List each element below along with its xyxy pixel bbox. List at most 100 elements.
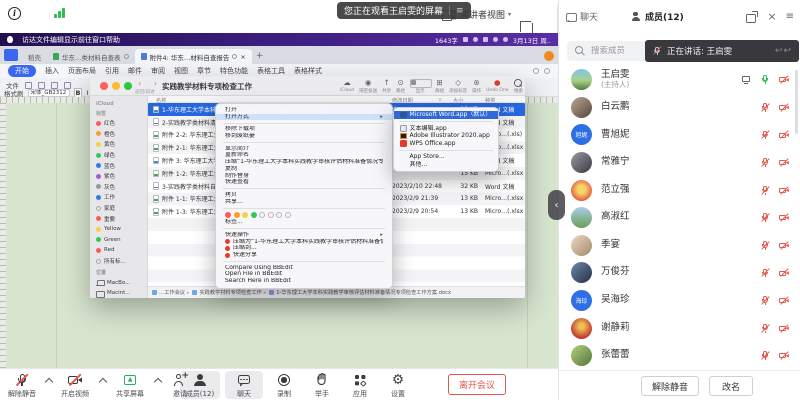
ribbon-tab[interactable]: 插入 [45,66,59,76]
record-button[interactable]: 录制 [266,372,302,399]
ribbon-tab[interactable]: 页面布局 [68,66,96,76]
share-options-chevron[interactable] [154,378,162,386]
context-menu-item[interactable]: Open File in BBEdit▸ [216,271,392,278]
open-with-item[interactable]: Adobe Illustrator 2020.app [394,132,498,140]
wps-account-avatar[interactable] [544,51,554,61]
sidebar-tag-item[interactable]: 蓝色 [96,160,147,171]
finder-toolbar-item[interactable]: ◉隔空投送 [359,78,377,94]
path-crumb[interactable]: 实践教学材料专项检查工作▸ [192,289,266,296]
ribbon-tab[interactable]: 章节 [197,66,211,76]
finder-titlebar[interactable]: ‹ › 返回/前进 实践教学材料专项检查工作 ☁iCloud◉隔空投送↑共享⊙路… [90,76,525,96]
settings-button[interactable]: ⚙ 设置 [380,372,416,399]
reply-arrows-icon[interactable]: ↩↩ [775,46,792,56]
ribbon-tab[interactable]: 开始 [8,65,36,77]
context-menu-item[interactable]: ▸ [223,188,385,189]
panel-collapse-handle[interactable]: ‹ [548,190,565,220]
tag-color-dot[interactable] [268,212,274,218]
context-menu-item[interactable]: 重新命名▸ [216,152,392,159]
sidebar-tag-item[interactable]: 灰色 [96,182,147,193]
status-icon[interactable] [473,37,478,42]
ribbon-tab[interactable]: 特色功能 [220,66,248,76]
member-row[interactable]: 白云鹏 [559,94,800,122]
italic-button[interactable]: I [86,89,88,97]
status-icon[interactable] [503,37,508,42]
sidebar-tag-item[interactable]: 紫色 [96,171,147,182]
ribbon-tab[interactable]: 表格样式 [294,66,322,76]
close-traffic-light[interactable] [100,82,108,90]
sidebar-tag-item[interactable]: Red [96,245,147,256]
context-menu-item[interactable]: 打开▸ [216,107,392,114]
context-menu-item[interactable]: ▸ [223,228,385,229]
tab-members[interactable]: 成员(12) [630,10,684,23]
open-with-item[interactable]: 其他... [394,161,498,169]
tab-document-1[interactable]: 华东…类材料自查表 [47,49,135,64]
open-with-item[interactable]: 文本编辑.app [394,125,498,133]
context-menu-item[interactable]: 打开方式▸ [216,114,392,121]
context-menu-item[interactable]: 标签...▸ [216,219,392,226]
finder-toolbar-item[interactable]: ⊛操作 [472,78,481,94]
tag-color-dot[interactable] [251,212,257,218]
tag-color-dot[interactable] [285,212,291,218]
tag-color-dot[interactable] [259,212,265,218]
apple-menu-icon[interactable] [7,36,13,43]
member-row[interactable]: 谢静莉 [559,314,800,342]
context-menu-item[interactable]: 拷贝▸ [216,192,392,199]
member-camera-icon[interactable] [779,102,789,112]
ribbon-tab[interactable]: 引用 [105,66,119,76]
sidebar-tag-item[interactable]: 工作 [96,192,147,203]
member-mic-icon[interactable] [760,185,770,195]
macos-menu-item[interactable]: 前往 [78,36,92,44]
zoom-traffic-light[interactable] [124,82,132,90]
sidebar-tag-item[interactable]: 重要 [96,213,147,224]
share-icon[interactable] [544,68,550,74]
sidebar-tag-item[interactable]: 所有标... [96,256,147,267]
member-row[interactable]: 季宴 [559,232,800,260]
member-mic-icon[interactable] [760,158,770,168]
finder-toolbar-item[interactable]: ⊞群组 [435,78,444,94]
member-camera-icon[interactable] [779,296,789,306]
context-menu-item[interactable]: 移除下载项▸ [216,126,392,133]
member-camera-icon[interactable] [779,130,789,140]
ribbon-tab[interactable]: 审阅 [151,66,165,76]
collab-icon[interactable] [533,68,539,74]
member-row[interactable]: 万俊芬 [559,259,800,287]
unmute-all-button[interactable]: 解除静音 [641,376,699,396]
tab-docer[interactable]: 稻壳 [22,49,47,64]
member-row[interactable]: 海珍吴海珍 [559,287,800,315]
context-menu-item[interactable]: ▸ [223,142,385,143]
open-with-item[interactable]: App Store... [394,153,498,161]
context-menu-item[interactable]: 压缩到...▸ [216,245,392,252]
sidebar-location-item[interactable]: MacBo... [96,277,147,288]
member-row[interactable]: 王启雯(主持人) [559,66,800,94]
member-camera-icon[interactable] [779,158,789,168]
member-mic-icon[interactable] [760,240,770,250]
member-row[interactable]: 常雅宁 [559,149,800,177]
macos-menu-item[interactable]: 窗口 [92,36,106,44]
new-tab-button[interactable]: + [256,51,264,61]
share-screen-button[interactable]: 共享屏幕 [108,372,152,399]
member-mic-icon[interactable] [760,268,770,278]
leave-meeting-button[interactable]: 离开会议 [448,374,506,395]
path-crumb[interactable]: …工作会议▸ [152,289,189,296]
member-camera-icon[interactable] [779,240,789,250]
macos-menu-item[interactable]: 访达 [22,36,36,44]
finder-toolbar-item[interactable]: ↑共享 [382,78,391,94]
raise-hand-button[interactable]: 举手 [304,372,340,399]
start-video-button[interactable]: 开启视频 [53,372,97,399]
sidebar-location-item[interactable]: Macint... [96,288,147,298]
finder-toolbar-item[interactable]: ●Undo One [486,78,508,94]
member-mic-icon[interactable] [760,351,770,361]
context-menu-item[interactable]: ▸ [223,208,385,209]
video-options-chevron[interactable] [99,378,107,386]
member-row[interactable]: 旭妮曹旭妮 [559,121,800,149]
sidebar-tag-item[interactable]: Yellow [96,224,147,235]
member-mic-icon[interactable] [760,296,770,306]
fullscreen-button[interactable] [518,19,533,34]
member-mic-icon[interactable] [760,75,770,85]
finder-toolbar-item[interactable]: ◇添加标签 [449,78,467,94]
context-menu-item[interactable]: ▸ [223,123,385,124]
open-with-item[interactable]: WPS Office.app [394,140,498,148]
member-camera-icon[interactable] [779,323,789,333]
member-camera-icon[interactable] [779,185,789,195]
members-button[interactable]: 成员(12) [178,372,222,399]
